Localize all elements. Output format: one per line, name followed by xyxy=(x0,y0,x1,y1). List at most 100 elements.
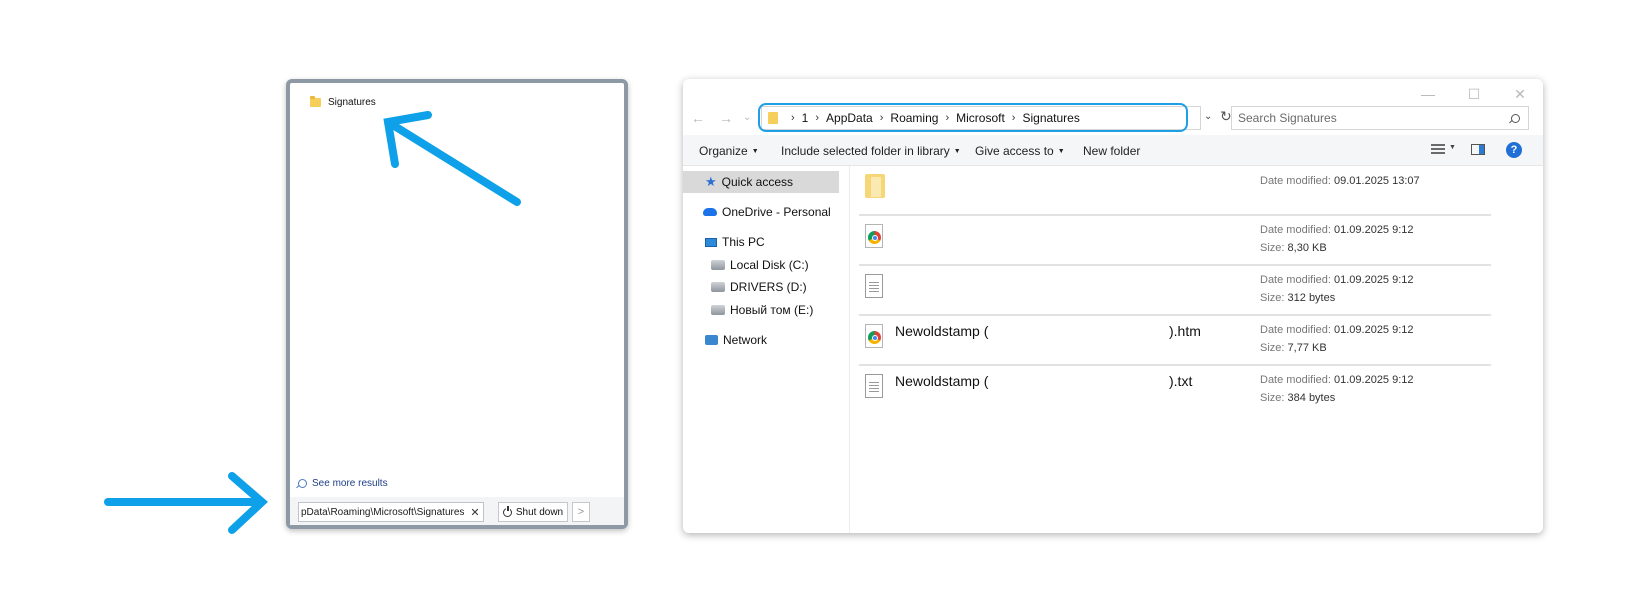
folder-icon xyxy=(865,174,885,198)
icon-slot xyxy=(865,324,887,350)
sidebar-item-label: OneDrive - Personal xyxy=(722,205,831,219)
breadcrumb-item[interactable]: Roaming xyxy=(890,111,938,125)
include-in-library-button[interactable]: Include selected folder in library ▼ xyxy=(781,144,961,158)
size-value: 7,77 KB xyxy=(1287,342,1327,354)
give-access-label: Give access to xyxy=(975,144,1054,158)
date-value: 01.09.2025 9:12 xyxy=(1334,374,1414,386)
search-icon xyxy=(298,479,307,488)
organize-button[interactable]: Organize ▼ xyxy=(699,144,759,158)
caret-down-icon: ▼ xyxy=(953,148,961,155)
navigation-pane: ★ Quick access OneDrive - Personal This … xyxy=(683,166,850,533)
chevron-down-icon[interactable]: ⌄ xyxy=(1204,111,1212,122)
file-explorer-window: — ☐ ✕ ← → ⌄ › 1 › AppData › Roaming › Mi… xyxy=(683,79,1543,533)
view-options-icon[interactable] xyxy=(1431,144,1445,156)
file-date: Date modified: 01.09.2025 9:12 xyxy=(1260,374,1414,386)
file-size: Size: 312 bytes xyxy=(1260,292,1335,304)
caret-down-icon[interactable]: ▼ xyxy=(1449,144,1456,151)
breadcrumb-item[interactable]: AppData xyxy=(826,111,873,125)
icon-slot xyxy=(865,224,887,250)
file-date: Date modified: 01.09.2025 9:12 xyxy=(1260,324,1414,336)
sidebar-item-network[interactable]: Network xyxy=(705,329,767,351)
sidebar-item-quick-access[interactable]: ★ Quick access xyxy=(683,171,839,193)
breadcrumb-item[interactable]: Signatures xyxy=(1022,111,1079,125)
date-label: Date modified: xyxy=(1260,274,1331,286)
recent-locations-button[interactable]: ⌄ xyxy=(743,112,751,123)
folder-icon xyxy=(768,112,778,124)
file-extension: ).htm xyxy=(1169,323,1201,339)
sidebar-item-drivers-d[interactable]: DRIVERS (D:) xyxy=(711,276,807,298)
sidebar-item-local-disk-c[interactable]: Local Disk (C:) xyxy=(711,254,809,276)
start-search-value: pData\Roaming\Microsoft\Signatures xyxy=(301,506,465,518)
file-row[interactable]: Newoldstamp ( ).htm Date modified: 01.09… xyxy=(859,316,1491,366)
start-bottom-bar: pData\Roaming\Microsoft\Signatures ✕ Shu… xyxy=(290,497,624,525)
file-row[interactable]: Date modified: 01.09.2025 9:12 Size: 312… xyxy=(859,266,1491,316)
include-label: Include selected folder in library xyxy=(781,144,950,158)
sidebar-item-label: Network xyxy=(723,333,768,347)
search-input[interactable]: Search Signatures xyxy=(1231,106,1529,130)
forward-button[interactable]: → xyxy=(719,110,733,126)
search-result-signatures[interactable]: Signatures xyxy=(310,96,376,108)
date-label: Date modified: xyxy=(1260,175,1331,187)
refresh-icon[interactable]: ↻ xyxy=(1220,108,1232,125)
shut-down-label: Shut down xyxy=(515,506,564,518)
date-value: 01.09.2025 9:12 xyxy=(1334,224,1414,236)
address-bar[interactable]: › 1 › AppData › Roaming › Microsoft › Si… xyxy=(761,106,1201,130)
icon-slot xyxy=(865,174,887,200)
search-icon xyxy=(1511,113,1520,123)
cloud-icon xyxy=(703,208,717,216)
file-size: Size: 7,77 KB xyxy=(1260,342,1327,354)
file-row[interactable]: Newoldstamp ( ).txt Date modified: 01.09… xyxy=(859,366,1491,414)
size-label: Size: xyxy=(1260,392,1285,404)
shut-down-button[interactable]: Shut down xyxy=(498,502,568,522)
breadcrumb-item[interactable]: Microsoft xyxy=(956,111,1005,125)
power-icon xyxy=(502,505,512,517)
search-result-label: Signatures xyxy=(328,97,376,108)
file-name: Newoldstamp ( xyxy=(895,323,989,339)
start-search-input[interactable]: pData\Roaming\Microsoft\Signatures ✕ xyxy=(298,502,484,522)
pc-icon xyxy=(705,237,717,247)
star-icon: ★ xyxy=(705,174,717,189)
sidebar-item-label: Local Disk (C:) xyxy=(730,258,809,272)
command-toolbar: Organize ▼ Include selected folder in lib… xyxy=(683,135,1543,166)
chevron-right-icon: › xyxy=(1011,112,1016,124)
network-icon xyxy=(705,335,718,345)
give-access-button[interactable]: Give access to ▼ xyxy=(975,144,1065,158)
date-label: Date modified: xyxy=(1260,324,1331,336)
file-date: Date modified: 01.09.2025 9:12 xyxy=(1260,274,1414,286)
file-date: Date modified: 01.09.2025 9:12 xyxy=(1260,224,1414,236)
new-folder-button[interactable]: New folder xyxy=(1083,144,1140,158)
file-list: Date modified: 09.01.2025 13:07 Date mod… xyxy=(859,166,1499,533)
chrome-file-icon xyxy=(865,324,883,348)
file-name: Newoldstamp ( xyxy=(895,373,989,389)
icon-slot xyxy=(865,374,887,400)
breadcrumb-item[interactable]: 1 xyxy=(802,111,809,125)
start-menu-panel: Signatures See more results pData\Roamin… xyxy=(286,79,628,529)
size-value: 8,30 KB xyxy=(1287,242,1327,254)
clear-icon[interactable]: ✕ xyxy=(467,506,483,519)
file-row[interactable]: Date modified: 09.01.2025 13:07 xyxy=(859,166,1491,216)
help-icon[interactable]: ? xyxy=(1506,142,1522,158)
disk-icon xyxy=(711,260,725,270)
sidebar-item-label: DRIVERS (D:) xyxy=(730,280,807,294)
disk-icon xyxy=(711,305,725,315)
shut-down-options-button[interactable]: > xyxy=(572,502,590,522)
caret-down-icon: ▼ xyxy=(1057,148,1065,155)
navigation-bar: ← → ⌄ › 1 › AppData › Roaming › Microsof… xyxy=(683,103,1543,133)
sidebar-item-volume-e[interactable]: Новый том (E:) xyxy=(711,299,813,321)
chrome-file-icon xyxy=(865,224,883,248)
sidebar-item-this-pc[interactable]: This PC xyxy=(705,231,765,253)
chevron-right-icon: › xyxy=(791,112,795,124)
back-button[interactable]: ← xyxy=(691,110,705,126)
caret-down-icon: ▼ xyxy=(751,148,759,155)
file-row[interactable]: Date modified: 01.09.2025 9:12 Size: 8,3… xyxy=(859,216,1491,266)
sidebar-item-onedrive[interactable]: OneDrive - Personal xyxy=(703,201,831,223)
size-value: 384 bytes xyxy=(1287,392,1336,404)
file-size: Size: 384 bytes xyxy=(1260,392,1335,404)
size-value: 312 bytes xyxy=(1287,292,1336,304)
arrow-right-icon xyxy=(104,472,268,534)
preview-pane-icon[interactable] xyxy=(1471,144,1485,155)
see-more-results-link[interactable]: See more results xyxy=(298,478,388,489)
sidebar-item-label: Quick access xyxy=(721,175,794,189)
see-more-label: See more results xyxy=(312,478,388,489)
disk-icon xyxy=(711,282,725,292)
